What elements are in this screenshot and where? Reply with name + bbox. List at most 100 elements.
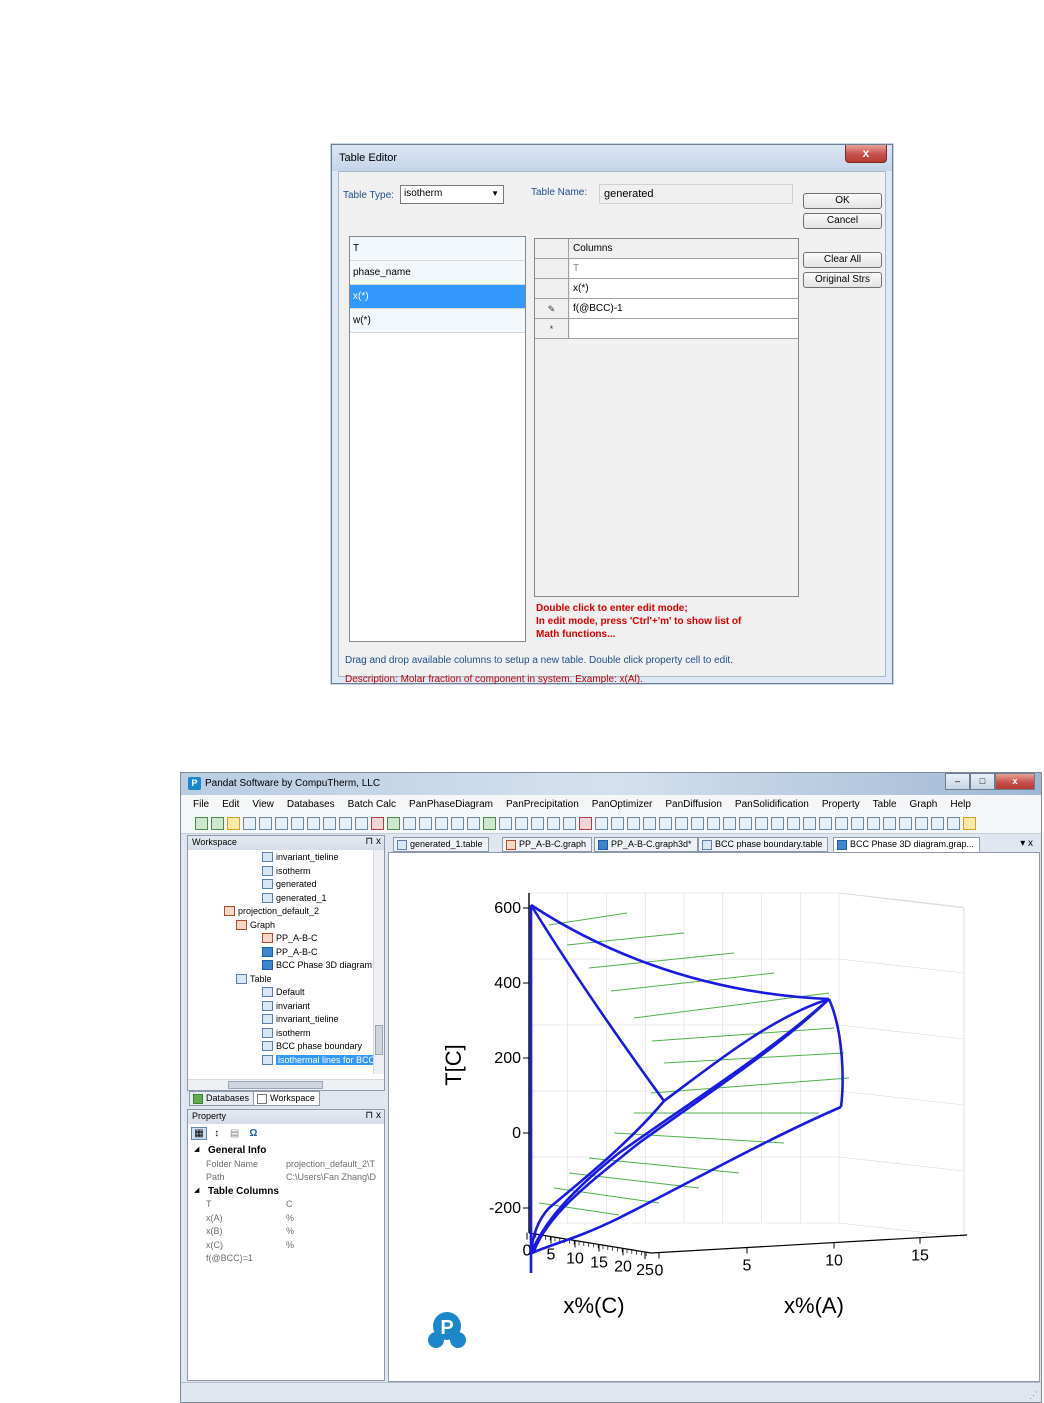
pin-close-icon[interactable]: ⊓ x [365,1110,381,1121]
menu-help[interactable]: Help [950,795,971,815]
toolbar-button-icon[interactable] [515,817,528,830]
categorized-icon[interactable]: ▦ [191,1127,207,1140]
toolbar-button-icon[interactable] [915,817,928,830]
tree-item[interactable]: projection_default_2 [224,906,319,916]
toolbar-button-icon[interactable] [275,817,288,830]
grid-row[interactable]: ✎ f(@BCC)-1 [535,299,798,319]
toolbar-button-icon[interactable] [803,817,816,830]
document-tab[interactable]: PP_A-B-C.graph [502,837,593,852]
toolbar-button-icon[interactable] [771,817,784,830]
hscrollbar-thumb[interactable] [228,1081,323,1089]
toolbar-button-icon[interactable] [611,817,624,830]
tree-item[interactable]: invariant [262,1000,310,1011]
toolbar-button-icon[interactable] [819,817,832,830]
menu-panoptimizer[interactable]: PanOptimizer [592,795,653,815]
available-column-item[interactable]: w(*) [350,309,525,333]
toolbar-button-icon[interactable] [627,817,640,830]
document-tab[interactable]: BCC phase boundary.table [698,837,829,852]
toolbar-button-icon[interactable] [387,817,400,830]
tree-item[interactable]: generated [262,879,317,889]
ok-button[interactable]: OK [803,193,882,209]
pages-icon[interactable]: ▤ [227,1128,243,1139]
scrollbar-thumb[interactable] [375,1025,383,1055]
table-type-select[interactable]: isotherm ▼ [400,185,504,204]
toolbar-button-icon[interactable] [595,817,608,830]
property-row[interactable]: Path C:\Users\Fan Zhang\D [188,1172,384,1185]
grid-row[interactable]: * [535,319,798,339]
tree-item[interactable]: Table [236,973,272,984]
minimize-button[interactable]: – [945,773,970,790]
cancel-button[interactable]: Cancel [803,213,882,229]
tab-databases[interactable]: Databases [189,1091,255,1106]
grid-row[interactable]: x(*) [535,279,798,299]
menu-databases[interactable]: Databases [287,795,335,815]
tree-item[interactable]: isothermal lines for BCC [262,1054,378,1065]
toolbar-button-icon[interactable] [435,817,448,830]
toolbar-button-icon[interactable] [227,817,240,830]
toolbar-button-icon[interactable] [403,817,416,830]
tree-item[interactable]: generated_1 [262,892,327,903]
menu-panprecipitation[interactable]: PanPrecipitation [506,795,579,815]
menu-graph[interactable]: Graph [910,795,938,815]
close-button[interactable]: x [995,773,1035,790]
toolbar-button-icon[interactable] [835,817,848,830]
toolbar-button-icon[interactable] [563,817,576,830]
toolbar-button-icon[interactable] [675,817,688,830]
toolbar-button-icon[interactable] [243,817,256,830]
document-tab[interactable]: PP_A-B-C.graph3d* [594,837,698,852]
property-category[interactable]: ◢ General Info [188,1145,384,1158]
toolbar-button-icon[interactable] [291,817,304,830]
toolbar-button-icon[interactable] [947,817,960,830]
resize-grip-icon[interactable]: ⋰ [1029,1390,1038,1401]
property-row[interactable]: x(A)% [188,1213,384,1226]
menu-pandiffusion[interactable]: PanDiffusion [665,795,722,815]
table-name-input[interactable]: generated [599,184,793,204]
property-row[interactable]: x(C)% [188,1240,384,1253]
toolbar-button-icon[interactable] [259,817,272,830]
graph-view[interactable]: 600 400 200 0 -200 T[C] 0 5 10 15 20 25 x%(C) 0 5 10 15 x… [388,852,1040,1382]
toolbar-button-icon[interactable] [659,817,672,830]
tree-item[interactable]: isotherm [262,1027,311,1038]
property-row[interactable]: TC [188,1199,384,1212]
app-titlebar[interactable]: P Pandat Software by CompuTherm, LLC – □… [181,773,1041,795]
property-row[interactable]: x(B)% [188,1226,384,1239]
toolbar-button-icon[interactable] [723,817,736,830]
toolbar-button-icon[interactable] [483,817,496,830]
toolbar-button-icon[interactable] [467,817,480,830]
tree-item[interactable]: PP_A-B-C [262,946,318,957]
collapse-icon[interactable]: ◢ [194,1145,199,1153]
document-tab[interactable]: generated_1.table [393,837,489,852]
property-row[interactable]: f(@BCC)=1 [188,1253,384,1266]
toolbar-button-icon[interactable] [963,817,976,830]
property-row[interactable]: Folder Name projection_default_2\T [188,1159,384,1172]
tree-item[interactable]: PP_A-B-C [262,933,318,943]
pin-close-icon[interactable]: ⊓ x [365,836,381,847]
toolbar-button-icon[interactable] [355,817,368,830]
toolbar-button-icon[interactable] [547,817,560,830]
menu-edit[interactable]: Edit [222,795,239,815]
property-category[interactable]: ◢ Table Columns [188,1186,384,1199]
grid-row[interactable]: T [535,259,798,279]
tree-item[interactable]: Default [262,987,305,997]
grid-cell[interactable]: T [570,259,798,278]
menu-batch-calc[interactable]: Batch Calc [348,795,396,815]
toolbar-button-icon[interactable] [851,817,864,830]
tab-workspace[interactable]: Workspace [253,1091,320,1106]
toolbar-button-icon[interactable] [419,817,432,830]
original-strs-button[interactable]: Original Strs [803,272,882,288]
grid-cell[interactable] [570,319,798,338]
grid-cell[interactable]: f(@BCC)-1 [570,299,798,318]
toolbar-button-icon[interactable] [643,817,656,830]
tree-scrollbar[interactable] [373,850,384,1074]
toolbar-button-icon[interactable] [531,817,544,830]
menu-file[interactable]: File [193,795,209,815]
toolbar-button-icon[interactable] [739,817,752,830]
toolbar-button-icon[interactable] [691,817,704,830]
collapse-icon[interactable]: ◢ [194,1186,199,1194]
toolbar-button-icon[interactable] [931,817,944,830]
menu-view[interactable]: View [252,795,274,815]
available-column-item[interactable]: phase_name [350,261,525,285]
tree-item[interactable]: invariant_tieline [262,852,339,862]
tree-item[interactable]: BCC Phase 3D diagram [262,960,372,970]
toolbar-button-icon[interactable] [899,817,912,830]
